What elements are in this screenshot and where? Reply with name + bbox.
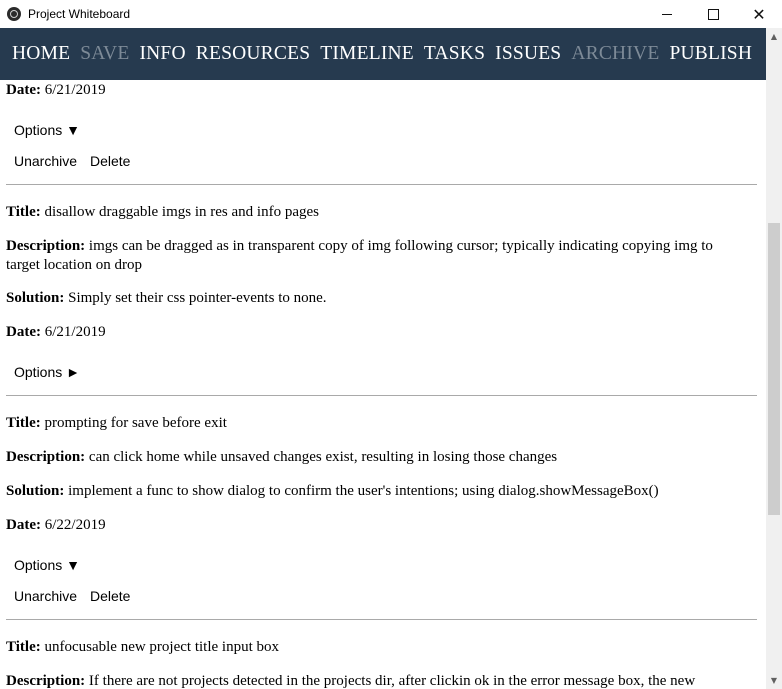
maximize-icon <box>707 8 719 20</box>
nav-tasks[interactable]: TASKS <box>424 43 485 65</box>
scroll-thumb[interactable] <box>768 223 780 515</box>
issue-date: Date: 6/21/2019 <box>6 82 106 98</box>
delete-button[interactable]: Delete <box>90 588 130 604</box>
window-title: Project Whiteboard <box>28 7 131 21</box>
vertical-scrollbar[interactable]: ▲ ▼ <box>766 28 782 689</box>
issue-title: Title: disallow draggable imgs in res an… <box>6 204 319 220</box>
delete-button[interactable]: Delete <box>90 153 130 169</box>
window-titlebar: Project Whiteboard ✕ <box>0 0 782 28</box>
nav-issues[interactable]: ISSUES <box>495 43 561 65</box>
issue-date: Date: 6/21/2019 <box>6 324 106 340</box>
close-icon: ✕ <box>752 4 766 24</box>
issue-solution: Solution: Simply set their css pointer-e… <box>6 290 327 306</box>
nav-resources[interactable]: RESOURCES <box>196 43 311 65</box>
app-logo-icon <box>7 7 21 21</box>
issue-description: Description: can click home while unsave… <box>6 449 558 465</box>
options-toggle[interactable]: Options ▼ <box>14 122 80 138</box>
options-toggle[interactable]: Options ► <box>14 364 80 380</box>
options-toggle[interactable]: Options ▼ <box>14 557 80 573</box>
archive-list: Date: 6/21/2019 Options ▼ Unarchive Dele… <box>0 80 766 689</box>
divider <box>6 395 757 396</box>
issue-title: Title: unfocusable new project title inp… <box>6 639 279 655</box>
nav-timeline[interactable]: TIMELINE <box>320 43 414 65</box>
unarchive-button[interactable]: Unarchive <box>14 153 77 169</box>
scroll-down-icon[interactable]: ▼ <box>766 672 782 689</box>
unarchive-button[interactable]: Unarchive <box>14 588 77 604</box>
minimize-button[interactable] <box>644 0 690 28</box>
main-nav: HOME SAVE INFO RESOURCES TIMELINE TASKS … <box>0 28 766 80</box>
issue-solution: Solution: implement a func to show dialo… <box>6 483 659 499</box>
nav-publish[interactable]: PUBLISH <box>669 43 752 65</box>
divider <box>6 619 757 620</box>
issue-date: Date: 6/22/2019 <box>6 517 106 533</box>
issue-title: Title: prompting for save before exit <box>6 415 227 431</box>
maximize-button[interactable] <box>690 0 736 28</box>
divider <box>6 184 757 185</box>
nav-save[interactable]: SAVE <box>80 43 129 65</box>
issue-description: Description: If there are not projects d… <box>6 673 696 689</box>
scroll-up-icon[interactable]: ▲ <box>766 28 782 45</box>
nav-home[interactable]: HOME <box>12 43 70 65</box>
issue-description: Description: imgs can be dragged as in t… <box>6 238 713 273</box>
nav-archive[interactable]: ARCHIVE <box>571 43 659 65</box>
minimize-icon <box>662 13 672 15</box>
nav-info[interactable]: INFO <box>139 43 185 65</box>
close-button[interactable]: ✕ <box>736 0 782 28</box>
